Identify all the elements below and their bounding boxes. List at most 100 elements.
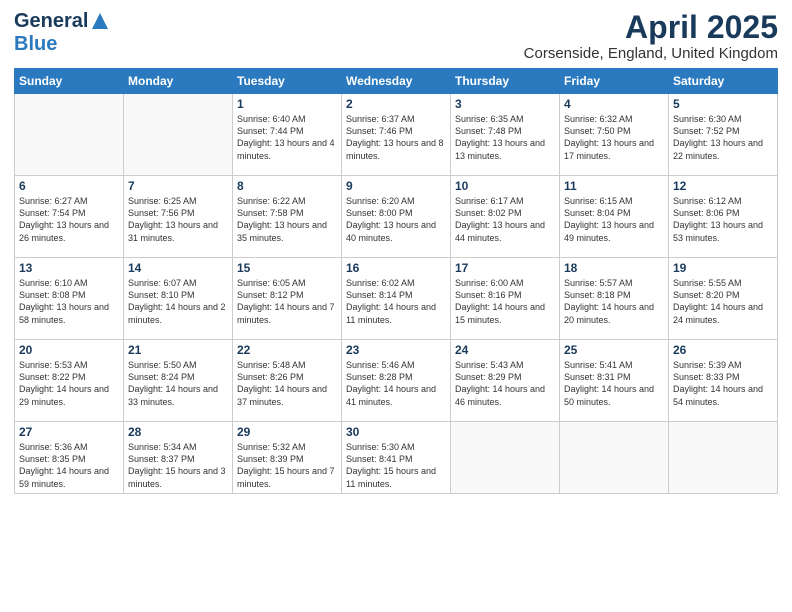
day-number: 4 bbox=[564, 97, 664, 111]
calendar-cell: 25Sunrise: 5:41 AM Sunset: 8:31 PM Dayli… bbox=[560, 340, 669, 422]
day-info: Sunrise: 5:46 AM Sunset: 8:28 PM Dayligh… bbox=[346, 359, 446, 408]
day-number: 22 bbox=[237, 343, 337, 357]
day-info: Sunrise: 6:30 AM Sunset: 7:52 PM Dayligh… bbox=[673, 113, 773, 162]
day-info: Sunrise: 5:43 AM Sunset: 8:29 PM Dayligh… bbox=[455, 359, 555, 408]
calendar-cell: 12 Sunrise: 6:12 AM Sunset: 8:06 PM Dayli… bbox=[669, 176, 778, 258]
day-number: 20 bbox=[19, 343, 119, 357]
day-info: Sunrise: 6:15 AM Sunset: 8:04 PM Dayligh… bbox=[564, 195, 664, 244]
calendar-week-row: 27 Sunrise: 5:36 AM Sunset: 8:35 PM Dayli… bbox=[15, 422, 778, 494]
day-number: 6 bbox=[19, 179, 119, 193]
day-info: Sunrise: 6:00 AM Sunset: 8:16 PM Dayligh… bbox=[455, 277, 555, 326]
calendar-cell: 24Sunrise: 5:43 AM Sunset: 8:29 PM Dayli… bbox=[451, 340, 560, 422]
day-info: Sunrise: 5:50 AM Sunset: 8:24 PM Dayligh… bbox=[128, 359, 228, 408]
calendar-week-row: 1 Sunrise: 6:40 AM Sunset: 7:44 PM Daylig… bbox=[15, 94, 778, 176]
day-number: 11 bbox=[564, 179, 664, 193]
calendar-cell: 30 Sunrise: 5:30 AM Sunset: 8:41 PM Dayli… bbox=[342, 422, 451, 494]
page: General Blue April 2025 Corsenside, Engl… bbox=[0, 0, 792, 612]
weekday-header-thursday: Thursday bbox=[451, 69, 560, 94]
day-number: 17 bbox=[455, 261, 555, 275]
calendar-cell: 13 Sunrise: 6:10 AM Sunset: 8:08 PM Dayli… bbox=[15, 258, 124, 340]
weekday-header-tuesday: Tuesday bbox=[233, 69, 342, 94]
day-info: Sunrise: 5:55 AM Sunset: 8:20 PM Dayligh… bbox=[673, 277, 773, 326]
calendar-cell: 14 Sunrise: 6:07 AM Sunset: 8:10 PM Dayli… bbox=[124, 258, 233, 340]
day-number: 21 bbox=[128, 343, 228, 357]
day-info: Sunrise: 6:02 AM Sunset: 8:14 PM Dayligh… bbox=[346, 277, 446, 326]
day-number: 12 bbox=[673, 179, 773, 193]
day-number: 10 bbox=[455, 179, 555, 193]
day-info: Sunrise: 6:05 AM Sunset: 8:12 PM Dayligh… bbox=[237, 277, 337, 326]
day-info: Sunrise: 6:25 AM Sunset: 7:56 PM Dayligh… bbox=[128, 195, 228, 244]
calendar-cell: 7Sunrise: 6:25 AM Sunset: 7:56 PM Daylig… bbox=[124, 176, 233, 258]
calendar-cell: 18 Sunrise: 5:57 AM Sunset: 8:18 PM Dayli… bbox=[560, 258, 669, 340]
day-number: 2 bbox=[346, 97, 446, 111]
calendar-cell: 15 Sunrise: 6:05 AM Sunset: 8:12 PM Dayli… bbox=[233, 258, 342, 340]
day-number: 5 bbox=[673, 97, 773, 111]
calendar-cell: 4 Sunrise: 6:32 AM Sunset: 7:50 PM Daylig… bbox=[560, 94, 669, 176]
weekday-header-sunday: Sunday bbox=[15, 69, 124, 94]
calendar-cell: 10 Sunrise: 6:17 AM Sunset: 8:02 PM Dayli… bbox=[451, 176, 560, 258]
logo-blue-text: Blue bbox=[14, 33, 57, 55]
day-number: 27 bbox=[19, 425, 119, 439]
calendar-cell: 5 Sunrise: 6:30 AM Sunset: 7:52 PM Daylig… bbox=[669, 94, 778, 176]
day-info: Sunrise: 5:39 AM Sunset: 8:33 PM Dayligh… bbox=[673, 359, 773, 408]
day-number: 26 bbox=[673, 343, 773, 357]
day-number: 16 bbox=[346, 261, 446, 275]
weekday-header-monday: Monday bbox=[124, 69, 233, 94]
calendar-cell: 11 Sunrise: 6:15 AM Sunset: 8:04 PM Dayli… bbox=[560, 176, 669, 258]
day-info: Sunrise: 5:53 AM Sunset: 8:22 PM Dayligh… bbox=[19, 359, 119, 408]
calendar-cell: 23 Sunrise: 5:46 AM Sunset: 8:28 PM Dayli… bbox=[342, 340, 451, 422]
day-info: Sunrise: 6:17 AM Sunset: 8:02 PM Dayligh… bbox=[455, 195, 555, 244]
weekday-header-saturday: Saturday bbox=[669, 69, 778, 94]
day-info: Sunrise: 5:41 AM Sunset: 8:31 PM Dayligh… bbox=[564, 359, 664, 408]
day-number: 15 bbox=[237, 261, 337, 275]
day-info: Sunrise: 6:27 AM Sunset: 7:54 PM Dayligh… bbox=[19, 195, 119, 244]
calendar-cell: 29Sunrise: 5:32 AM Sunset: 8:39 PM Dayli… bbox=[233, 422, 342, 494]
day-number: 28 bbox=[128, 425, 228, 439]
calendar-cell: 2Sunrise: 6:37 AM Sunset: 7:46 PM Daylig… bbox=[342, 94, 451, 176]
day-number: 1 bbox=[237, 97, 337, 111]
day-info: Sunrise: 6:10 AM Sunset: 8:08 PM Dayligh… bbox=[19, 277, 119, 326]
header-right: April 2025 Corsenside, England, United K… bbox=[524, 10, 778, 62]
calendar-cell: 21 Sunrise: 5:50 AM Sunset: 8:24 PM Dayli… bbox=[124, 340, 233, 422]
weekday-header-friday: Friday bbox=[560, 69, 669, 94]
calendar-cell: 22Sunrise: 5:48 AM Sunset: 8:26 PM Dayli… bbox=[233, 340, 342, 422]
calendar-cell bbox=[451, 422, 560, 494]
day-info: Sunrise: 6:35 AM Sunset: 7:48 PM Dayligh… bbox=[455, 113, 555, 162]
day-info: Sunrise: 6:40 AM Sunset: 7:44 PM Dayligh… bbox=[237, 113, 337, 162]
day-info: Sunrise: 6:32 AM Sunset: 7:50 PM Dayligh… bbox=[564, 113, 664, 162]
page-subtitle: Corsenside, England, United Kingdom bbox=[524, 45, 778, 62]
day-number: 30 bbox=[346, 425, 446, 439]
day-number: 14 bbox=[128, 261, 228, 275]
weekday-header-wednesday: Wednesday bbox=[342, 69, 451, 94]
logo-icon bbox=[90, 11, 110, 31]
logo: General Blue bbox=[14, 10, 110, 56]
calendar-cell bbox=[560, 422, 669, 494]
day-info: Sunrise: 5:57 AM Sunset: 8:18 PM Dayligh… bbox=[564, 277, 664, 326]
header: General Blue April 2025 Corsenside, Engl… bbox=[14, 10, 778, 62]
day-number: 19 bbox=[673, 261, 773, 275]
calendar-cell: 17 Sunrise: 6:00 AM Sunset: 8:16 PM Dayli… bbox=[451, 258, 560, 340]
logo-general-text: General bbox=[14, 10, 88, 33]
calendar-table: SundayMondayTuesdayWednesdayThursdayFrid… bbox=[14, 68, 778, 494]
day-number: 23 bbox=[346, 343, 446, 357]
day-info: Sunrise: 6:12 AM Sunset: 8:06 PM Dayligh… bbox=[673, 195, 773, 244]
page-title: April 2025 bbox=[524, 10, 778, 45]
calendar-cell: 26 Sunrise: 5:39 AM Sunset: 8:33 PM Dayli… bbox=[669, 340, 778, 422]
calendar-cell bbox=[669, 422, 778, 494]
day-number: 29 bbox=[237, 425, 337, 439]
calendar-cell: 20 Sunrise: 5:53 AM Sunset: 8:22 PM Dayli… bbox=[15, 340, 124, 422]
calendar-week-row: 20 Sunrise: 5:53 AM Sunset: 8:22 PM Dayli… bbox=[15, 340, 778, 422]
day-info: Sunrise: 5:30 AM Sunset: 8:41 PM Dayligh… bbox=[346, 441, 446, 490]
day-info: Sunrise: 5:34 AM Sunset: 8:37 PM Dayligh… bbox=[128, 441, 228, 490]
calendar-cell bbox=[124, 94, 233, 176]
calendar-cell: 16 Sunrise: 6:02 AM Sunset: 8:14 PM Dayli… bbox=[342, 258, 451, 340]
calendar-cell: 19 Sunrise: 5:55 AM Sunset: 8:20 PM Dayli… bbox=[669, 258, 778, 340]
day-info: Sunrise: 5:36 AM Sunset: 8:35 PM Dayligh… bbox=[19, 441, 119, 490]
day-number: 18 bbox=[564, 261, 664, 275]
day-number: 3 bbox=[455, 97, 555, 111]
day-info: Sunrise: 6:07 AM Sunset: 8:10 PM Dayligh… bbox=[128, 277, 228, 326]
calendar-cell: 3 Sunrise: 6:35 AM Sunset: 7:48 PM Daylig… bbox=[451, 94, 560, 176]
day-number: 13 bbox=[19, 261, 119, 275]
day-info: Sunrise: 6:20 AM Sunset: 8:00 PM Dayligh… bbox=[346, 195, 446, 244]
calendar-cell: 27 Sunrise: 5:36 AM Sunset: 8:35 PM Dayli… bbox=[15, 422, 124, 494]
